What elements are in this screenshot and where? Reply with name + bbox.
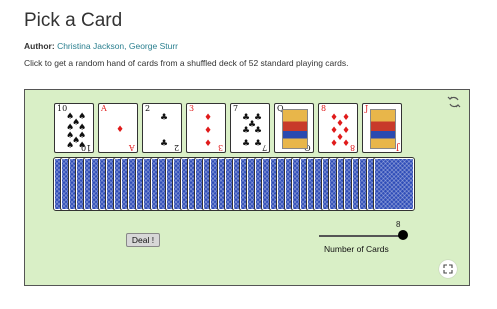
card-deck[interactable] xyxy=(53,157,415,213)
card-index: 7 xyxy=(261,143,267,152)
card-back xyxy=(373,157,415,211)
suit-pip: ♦ xyxy=(116,125,125,135)
suit-pip: ♣ xyxy=(242,139,251,149)
author-links[interactable]: Christina Jackson, George Sturr xyxy=(57,41,178,51)
page-title: Pick a Card xyxy=(24,10,123,31)
suit-pip: ♠ xyxy=(78,141,87,151)
suit-pip: ♣ xyxy=(242,126,251,136)
card-index: 7 xyxy=(233,104,239,113)
card-index: 2 xyxy=(145,104,151,113)
fullscreen-icon xyxy=(443,264,453,274)
suit-pip: ♣ xyxy=(254,126,263,136)
author-line: Author: Christina Jackson, George Sturr xyxy=(24,41,178,51)
number-of-cards-slider-track[interactable] xyxy=(319,235,403,237)
slider-label: Number of Cards xyxy=(324,244,389,254)
author-label: Author: xyxy=(24,41,55,51)
number-of-cards-slider-knob[interactable] xyxy=(398,230,408,240)
suit-pip: ♦ xyxy=(204,126,213,136)
face-card-art xyxy=(370,109,396,149)
suit-pip: ♣ xyxy=(254,139,263,149)
card-index: A xyxy=(101,104,107,113)
suit-pip: ♦ xyxy=(204,139,213,149)
card-index: 3 xyxy=(217,143,223,152)
face-card-art xyxy=(282,109,308,149)
playing-card: A A ♦ xyxy=(98,103,138,153)
playing-card: 8 8 ♦ ♦ ♦ ♦ ♦ ♦ ♦ ♦ xyxy=(318,103,358,153)
playing-card: 3 3 ♦ ♦ ♦ xyxy=(186,103,226,153)
card-index: 8 xyxy=(349,143,355,152)
playing-card: 2 2 ♣ ♣ xyxy=(142,103,182,153)
suit-pip: ♦ xyxy=(330,139,339,149)
playing-card: QQ xyxy=(274,103,314,153)
playing-card: 10 10 ♠ ♠ ♠ ♠ ♠ ♠ ♠ ♠ ♠ ♠ xyxy=(54,103,94,153)
fullscreen-button[interactable] xyxy=(439,260,457,278)
card-index: 3 xyxy=(189,104,195,113)
card-index: 2 xyxy=(173,143,179,152)
slider-value: 8 xyxy=(396,220,401,229)
suit-pip: ♦ xyxy=(342,139,351,149)
deal-button[interactable]: Deal ! xyxy=(126,233,160,247)
card-demo-panel: 1010♠♠♠♠♠♠♠♠♠♠AA♦22♣♣33♦♦♦77♣♣♣♣♣♣♣QQ88♦… xyxy=(24,89,470,286)
card-index: 8 xyxy=(321,104,327,113)
playing-card: JJ xyxy=(362,103,402,153)
card-index: J xyxy=(395,143,399,152)
dealt-hand: 1010♠♠♠♠♠♠♠♠♠♠AA♦22♣♣33♦♦♦77♣♣♣♣♣♣♣QQ88♦… xyxy=(54,103,404,155)
playing-card: 7 7 ♣ ♣ ♣ ♣ ♣ ♣ ♣ xyxy=(230,103,270,153)
card-index: J xyxy=(365,104,369,113)
refresh-icon[interactable] xyxy=(447,95,461,109)
card-index: A xyxy=(129,143,135,152)
suit-pip: ♣ xyxy=(160,113,169,123)
description: Click to get a random hand of cards from… xyxy=(24,58,349,68)
suit-pip: ♣ xyxy=(160,139,169,149)
suit-pip: ♦ xyxy=(204,113,213,123)
suit-pip: ♠ xyxy=(66,141,75,151)
